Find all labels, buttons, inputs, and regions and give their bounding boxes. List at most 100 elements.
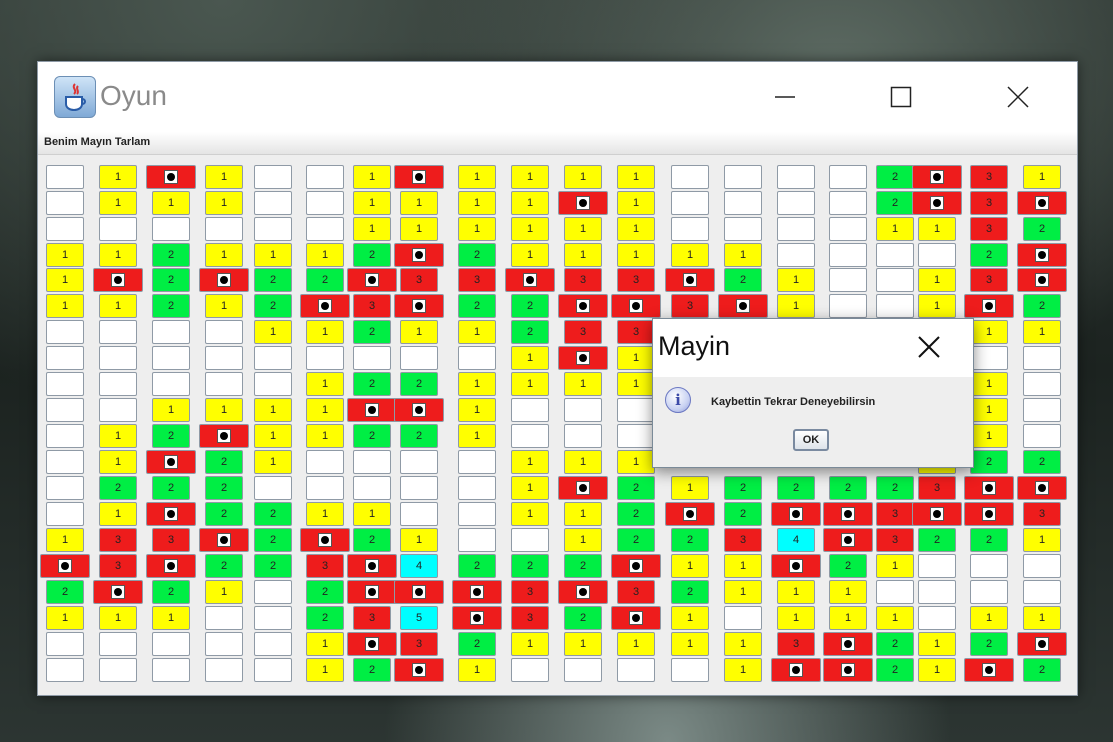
board-cell[interactable]: 1 (99, 450, 137, 474)
board-cell[interactable] (511, 658, 549, 682)
mine-cell[interactable] (665, 502, 715, 526)
mine-cell[interactable] (300, 294, 350, 318)
board-cell[interactable]: 3 (617, 580, 655, 604)
mine-cell[interactable] (199, 268, 249, 292)
board-cell[interactable] (46, 346, 84, 370)
mine-cell[interactable] (823, 658, 873, 682)
board-cell[interactable]: 1 (511, 165, 549, 189)
board-cell[interactable]: 1 (564, 502, 602, 526)
board-cell[interactable] (152, 217, 190, 241)
board-cell[interactable] (400, 502, 438, 526)
board-cell[interactable]: 1 (458, 424, 496, 448)
board-cell[interactable]: 2 (829, 476, 867, 500)
board-cell[interactable] (152, 658, 190, 682)
board-cell[interactable] (829, 165, 867, 189)
board-cell[interactable]: 1 (724, 632, 762, 656)
board-cell[interactable]: 1 (99, 606, 137, 630)
board-cell[interactable]: 1 (205, 398, 243, 422)
mine-cell[interactable] (558, 346, 608, 370)
board-cell[interactable]: 3 (353, 606, 391, 630)
board-cell[interactable]: 1 (353, 502, 391, 526)
mine-cell[interactable] (611, 554, 661, 578)
mine-cell[interactable] (1017, 632, 1067, 656)
board-cell[interactable]: 1 (918, 658, 956, 682)
mine-cell[interactable] (771, 554, 821, 578)
mine-cell[interactable] (394, 580, 444, 604)
board-cell[interactable]: 2 (876, 658, 914, 682)
board-cell[interactable]: 3 (1023, 502, 1061, 526)
board-cell[interactable] (152, 346, 190, 370)
board-cell[interactable]: 2 (876, 476, 914, 500)
board-cell[interactable]: 1 (306, 320, 344, 344)
board-cell[interactable]: 5 (400, 606, 438, 630)
board-cell[interactable]: 1 (617, 372, 655, 396)
board-cell[interactable]: 1 (1023, 528, 1061, 552)
board-cell[interactable] (254, 217, 292, 241)
board-cell[interactable]: 2 (254, 294, 292, 318)
board-cell[interactable]: 1 (400, 191, 438, 215)
mine-cell[interactable] (1017, 243, 1067, 267)
board-cell[interactable]: 2 (205, 476, 243, 500)
board-cell[interactable] (254, 476, 292, 500)
mine-cell[interactable] (146, 165, 196, 189)
dialog-close-button[interactable] (909, 329, 949, 365)
board-cell[interactable]: 1 (353, 191, 391, 215)
board-cell[interactable]: 1 (777, 268, 815, 292)
board-cell[interactable] (306, 346, 344, 370)
board-cell[interactable] (1023, 372, 1061, 396)
board-cell[interactable]: 2 (876, 191, 914, 215)
board-cell[interactable]: 2 (458, 243, 496, 267)
board-cell[interactable] (254, 191, 292, 215)
board-cell[interactable]: 1 (777, 606, 815, 630)
board-cell[interactable]: 3 (617, 268, 655, 292)
board-cell[interactable] (1023, 580, 1061, 604)
board-cell[interactable] (152, 320, 190, 344)
mine-cell[interactable] (771, 502, 821, 526)
mine-cell[interactable] (347, 580, 397, 604)
board-cell[interactable] (458, 528, 496, 552)
board-cell[interactable]: 1 (46, 294, 84, 318)
board-cell[interactable]: 1 (1023, 606, 1061, 630)
board-cell[interactable] (876, 268, 914, 292)
board-cell[interactable] (99, 346, 137, 370)
mine-cell[interactable] (912, 191, 962, 215)
board-cell[interactable]: 3 (564, 268, 602, 292)
board-cell[interactable] (829, 243, 867, 267)
board-cell[interactable] (671, 191, 709, 215)
board-cell[interactable]: 2 (511, 554, 549, 578)
board-cell[interactable] (511, 528, 549, 552)
board-cell[interactable] (829, 217, 867, 241)
board-cell[interactable]: 1 (564, 632, 602, 656)
board-cell[interactable]: 1 (617, 217, 655, 241)
ok-button[interactable]: OK (793, 429, 829, 451)
board-cell[interactable] (400, 450, 438, 474)
board-cell[interactable]: 4 (777, 528, 815, 552)
board-cell[interactable]: 1 (46, 268, 84, 292)
board-cell[interactable] (876, 580, 914, 604)
board-cell[interactable]: 1 (564, 450, 602, 474)
board-cell[interactable]: 1 (617, 243, 655, 267)
board-cell[interactable] (46, 658, 84, 682)
board-cell[interactable]: 1 (876, 606, 914, 630)
board-cell[interactable]: 1 (876, 217, 914, 241)
board-cell[interactable] (724, 217, 762, 241)
board-cell[interactable]: 1 (511, 243, 549, 267)
board-cell[interactable]: 2 (152, 580, 190, 604)
mine-cell[interactable] (558, 294, 608, 318)
board-cell[interactable]: 1 (99, 502, 137, 526)
board-cell[interactable] (99, 217, 137, 241)
board-cell[interactable] (99, 320, 137, 344)
board-cell[interactable]: 1 (205, 294, 243, 318)
mine-cell[interactable] (93, 580, 143, 604)
board-cell[interactable]: 1 (918, 268, 956, 292)
board-cell[interactable] (458, 502, 496, 526)
board-cell[interactable]: 2 (152, 424, 190, 448)
board-cell[interactable]: 1 (876, 554, 914, 578)
board-cell[interactable]: 2 (99, 476, 137, 500)
board-cell[interactable]: 2 (829, 554, 867, 578)
board-cell[interactable]: 3 (400, 268, 438, 292)
board-cell[interactable]: 2 (970, 243, 1008, 267)
board-cell[interactable] (829, 191, 867, 215)
mine-cell[interactable] (394, 243, 444, 267)
board-cell[interactable]: 1 (970, 606, 1008, 630)
